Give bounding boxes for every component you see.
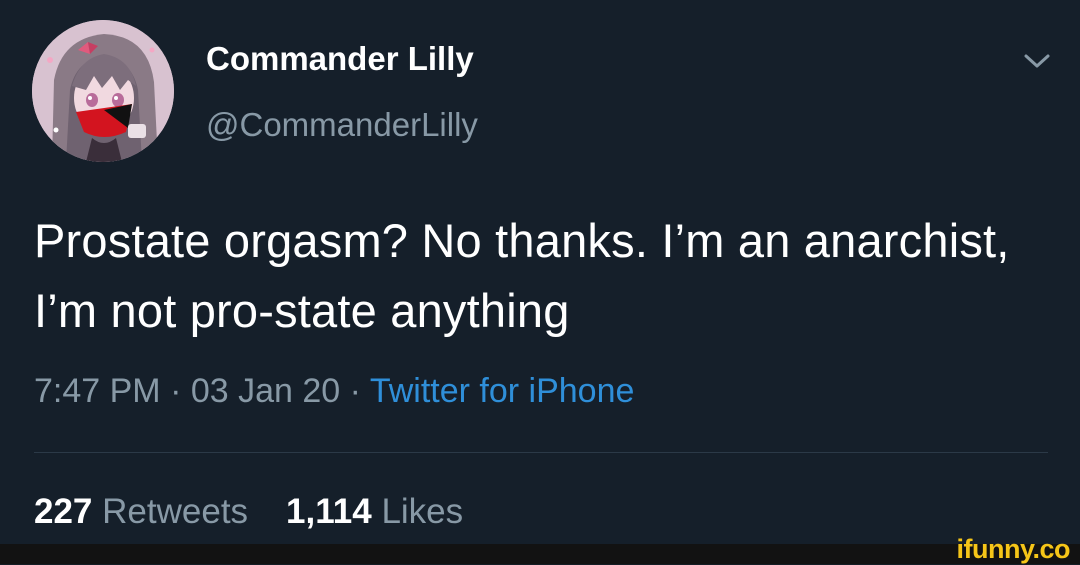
footer-bar bbox=[0, 544, 1080, 564]
tweet-card: Commander Lilly @CommanderLilly Prostate… bbox=[0, 0, 1080, 544]
tweet-time[interactable]: 7:47 PM bbox=[34, 372, 161, 410]
user-handle[interactable]: @CommanderLilly bbox=[206, 106, 478, 144]
tweet-date[interactable]: 03 Jan 20 bbox=[191, 372, 340, 410]
likes-stat[interactable]: 1,114 Likes bbox=[286, 492, 463, 532]
likes-count: 1,114 bbox=[286, 492, 372, 531]
display-name[interactable]: Commander Lilly bbox=[206, 40, 474, 78]
meta-separator: · bbox=[170, 372, 182, 410]
tweet-source-link[interactable]: Twitter for iPhone bbox=[370, 372, 635, 410]
tweet-stats: 227 Retweets 1,114 Likes bbox=[34, 492, 463, 532]
tweet-text: Prostate orgasm? No thanks. I’m an anarc… bbox=[34, 214, 1010, 337]
likes-label: Likes bbox=[381, 492, 464, 531]
retweets-label: Retweets bbox=[102, 492, 249, 531]
divider bbox=[34, 452, 1048, 453]
meta-separator: · bbox=[349, 372, 361, 410]
avatar-image bbox=[32, 20, 174, 162]
tweet-meta: 7:47 PM · 03 Jan 20 · Twitter for iPhone bbox=[34, 372, 634, 411]
watermark-logo: ifunny.co bbox=[956, 534, 1071, 564]
avatar[interactable] bbox=[32, 20, 174, 162]
chevron-down-icon[interactable] bbox=[1022, 50, 1052, 72]
retweets-count: 227 bbox=[34, 492, 93, 531]
retweets-stat[interactable]: 227 Retweets bbox=[34, 492, 248, 532]
